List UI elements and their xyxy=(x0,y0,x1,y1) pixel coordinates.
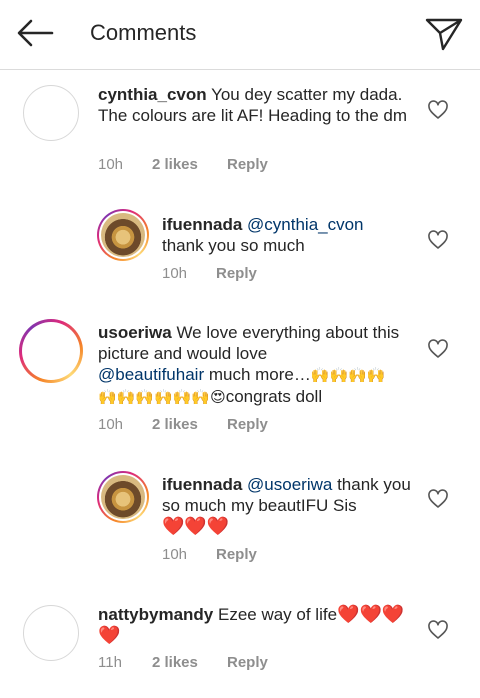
comment-username[interactable]: usoeriwa xyxy=(98,323,172,342)
heart-eyes-emoji: 😍 xyxy=(210,389,226,406)
raised-hands-emoji: 🙌🙌🙌🙌🙌🙌 xyxy=(98,389,211,406)
comment-likes-count[interactable]: 2 likes xyxy=(152,416,198,433)
comment-meta: 10h Reply xyxy=(162,265,312,285)
heart-like-icon[interactable] xyxy=(427,230,449,250)
back-arrow-icon[interactable] xyxy=(14,14,58,54)
heart-like-icon[interactable] xyxy=(427,100,449,120)
comment-likes-count[interactable]: 2 likes xyxy=(152,654,198,671)
comment-message-2: much more… xyxy=(208,365,311,384)
comment-time: 10h xyxy=(162,546,188,563)
comment-mention[interactable]: @cynthia_cvon xyxy=(247,215,364,234)
comment-text: cynthia_cvon You dey scatter my dada. Th… xyxy=(98,84,418,126)
comment-item: nattybymandy Ezee way of life❤️❤️❤️❤️ 11… xyxy=(0,592,480,698)
raised-hands-emoji: 🙌🙌🙌🙌 xyxy=(310,367,386,384)
comment-message: thank you so much xyxy=(162,236,305,255)
direct-message-icon[interactable] xyxy=(422,12,466,54)
heart-like-icon[interactable] xyxy=(427,489,449,509)
avatar[interactable] xyxy=(23,85,79,141)
comment-meta: 11h 2 likes Reply xyxy=(98,654,298,674)
comment-item: usoeriwa We love everything about this p… xyxy=(0,310,480,450)
reply-button[interactable]: Reply xyxy=(227,654,268,671)
avatar[interactable] xyxy=(97,471,149,523)
avatar[interactable] xyxy=(97,209,149,261)
heart-like-icon[interactable] xyxy=(427,620,449,640)
comments-header: Comments xyxy=(0,0,480,70)
comment-mention[interactable]: @beautifuhair xyxy=(98,365,204,384)
comment-likes-count[interactable]: 2 likes xyxy=(152,156,198,173)
reply-button[interactable]: Reply xyxy=(227,416,268,433)
comment-mention[interactable]: @usoeriwa xyxy=(247,475,332,494)
avatar-image xyxy=(99,211,147,259)
page-title: Comments xyxy=(90,20,197,45)
comment-username[interactable]: ifuennada xyxy=(162,215,242,234)
comment-time: 11h xyxy=(98,654,122,671)
comment-username[interactable]: ifuennada xyxy=(162,475,242,494)
red-hearts-emoji: ❤️❤️❤️ xyxy=(162,516,230,536)
comment-text: usoeriwa We love everything about this p… xyxy=(98,322,418,408)
comment-meta: 10h 2 likes Reply xyxy=(98,156,298,176)
comment-message-3: congrats doll xyxy=(225,387,323,406)
avatar-image xyxy=(99,473,147,521)
comment-text: nattybymandy Ezee way of life❤️❤️❤️❤️ xyxy=(98,604,418,646)
comment-meta: 10h Reply xyxy=(162,546,312,566)
reply-comment-item: ifuennada @cynthia_cvon thank you so muc… xyxy=(0,200,480,300)
avatar[interactable] xyxy=(19,319,83,383)
reply-comment-item: ifuennada @usoeriwa thank you so much my… xyxy=(0,462,480,582)
reply-button[interactable]: Reply xyxy=(216,265,257,282)
comment-time: 10h xyxy=(98,156,124,173)
reply-button[interactable]: Reply xyxy=(227,156,268,173)
comment-text: ifuennada @usoeriwa thank you so much my… xyxy=(162,474,412,537)
comment-text: ifuennada @cynthia_cvon thank you so muc… xyxy=(162,214,412,256)
comment-meta: 10h 2 likes Reply xyxy=(98,416,298,436)
avatar[interactable] xyxy=(23,605,79,661)
reply-button[interactable]: Reply xyxy=(216,546,257,563)
comment-username[interactable]: cynthia_cvon xyxy=(98,85,207,104)
comment-message: Ezee way of life xyxy=(217,605,338,624)
comment-item: cynthia_cvon You dey scatter my dada. Th… xyxy=(0,70,480,190)
comment-username[interactable]: nattybymandy xyxy=(98,605,213,624)
heart-like-icon[interactable] xyxy=(427,339,449,359)
comment-time: 10h xyxy=(98,416,124,433)
comment-time: 10h xyxy=(162,265,188,282)
